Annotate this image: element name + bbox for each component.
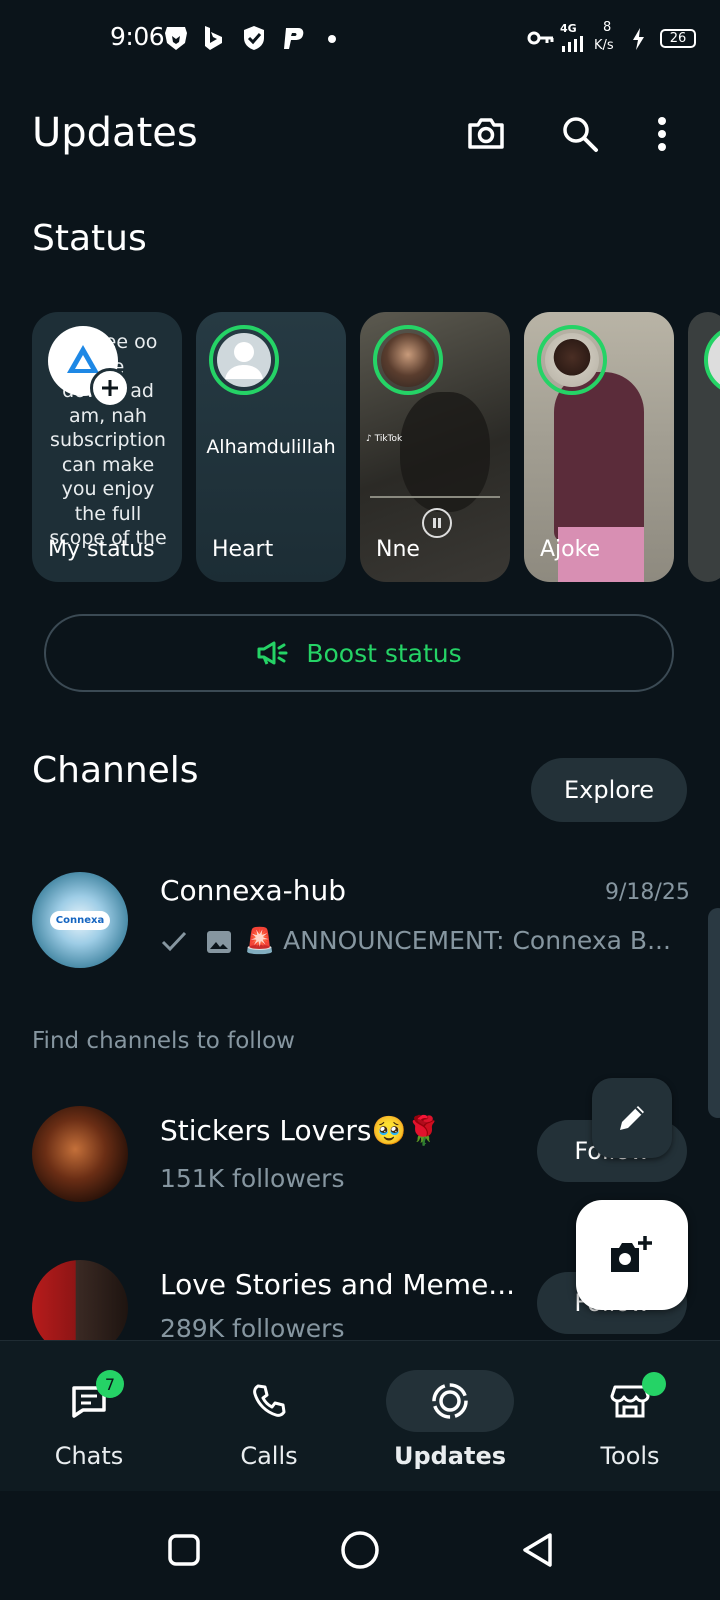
circle-icon <box>341 1531 379 1569</box>
new-text-status-button[interactable] <box>592 1078 672 1158</box>
check-icon <box>160 930 188 956</box>
page-title: Updates <box>32 110 198 156</box>
home-button[interactable] <box>330 1520 390 1580</box>
bing-icon <box>202 24 228 52</box>
camera-button[interactable] <box>464 112 508 156</box>
brave-icon <box>163 24 189 52</box>
channel-avatar <box>32 1106 128 1202</box>
status-ring <box>537 325 607 395</box>
my-status-card[interactable]: Na free oo like download am, nah subscri… <box>32 312 182 582</box>
status-card-heart[interactable]: Alhamdulillah Heart <box>196 312 346 582</box>
status-text: Alhamdulillah <box>206 436 336 458</box>
person-icon <box>225 342 263 379</box>
shield-check-icon <box>241 24 267 52</box>
vpn-key-icon <box>527 28 554 56</box>
more-vert-icon <box>658 117 666 151</box>
channel-name: Stickers Lovers🥹🌹 <box>160 1114 442 1147</box>
charging-icon <box>631 28 647 54</box>
tiktok-watermark: ♪ TikTok <box>366 434 403 444</box>
card-name: My status <box>48 537 155 562</box>
net-speed-value: 8 <box>603 20 612 35</box>
find-channels-label: Find channels to follow <box>32 1028 295 1054</box>
status-ring <box>373 325 443 395</box>
channel-row-connexa[interactable]: Connexa Connexa-hub 9/18/25 🚨 ANNOUNCEME… <box>0 860 720 970</box>
contact-avatar <box>545 333 599 387</box>
status-photo <box>554 372 644 542</box>
new-indicator-dot <box>642 1372 666 1396</box>
status-section-title: Status <box>32 218 147 259</box>
search-button[interactable] <box>558 112 602 156</box>
plus-icon <box>102 380 118 396</box>
video-thumbnail <box>400 392 490 512</box>
channel-avatar: Connexa <box>32 872 128 968</box>
status-card-ajoke[interactable]: Ajoke <box>524 312 674 582</box>
default-avatar <box>217 333 271 387</box>
channel-avatar <box>32 1260 128 1340</box>
side-panel-handle[interactable] <box>708 908 720 1118</box>
p-app-icon <box>281 24 307 52</box>
camera-icon <box>468 118 504 149</box>
nav-label: Chats <box>54 1442 124 1470</box>
pause-icon <box>422 508 452 538</box>
followers-count: 151K followers <box>160 1164 345 1193</box>
network-type: 4G <box>560 22 577 35</box>
camera-add-icon <box>611 1236 652 1272</box>
battery-level: 26 <box>660 29 696 48</box>
explore-button[interactable]: Explore <box>531 758 687 822</box>
status-card-partial[interactable] <box>688 312 720 582</box>
image-icon <box>206 930 232 958</box>
updates-icon <box>432 1383 468 1419</box>
boost-status-button[interactable]: Boost status <box>44 614 674 692</box>
channels-section-title: Channels <box>32 750 199 791</box>
status-ring <box>704 325 720 395</box>
phone-icon <box>253 1384 286 1417</box>
pencil-icon <box>620 1106 644 1130</box>
add-status-button[interactable] <box>90 368 130 408</box>
unread-badge: 7 <box>96 1370 124 1398</box>
new-photo-status-button[interactable] <box>576 1200 688 1310</box>
square-icon <box>168 1534 200 1566</box>
nav-tools[interactable]: Tools <box>560 1370 700 1470</box>
back-button[interactable] <box>508 1520 568 1580</box>
nav-label: Updates <box>393 1442 507 1470</box>
channel-date: 9/18/25 <box>605 880 690 905</box>
nav-updates[interactable]: Updates <box>380 1370 520 1470</box>
card-name: Ajoke <box>540 537 601 562</box>
nav-label: Calls <box>240 1442 298 1470</box>
contact-avatar <box>381 333 435 387</box>
card-name: Heart <box>212 537 274 562</box>
more-options-button[interactable] <box>640 112 684 156</box>
video-progress <box>370 496 500 498</box>
channel-avatar-text: Connexa <box>49 910 111 930</box>
card-name: Nne <box>376 537 420 562</box>
boost-status-label: Boost status <box>306 638 462 668</box>
nav-label: Tools <box>600 1442 660 1470</box>
channel-name: Connexa-hub <box>160 874 347 907</box>
net-speed-unit: K/s <box>594 38 614 53</box>
nav-calls[interactable]: Calls <box>199 1370 339 1470</box>
status-ring <box>209 325 279 395</box>
megaphone-icon <box>257 641 288 665</box>
back-triangle-icon <box>523 1533 552 1567</box>
followers-count: 289K followers <box>160 1314 345 1340</box>
channel-last-message: 🚨 ANNOUNCEMENT: Connexa B... <box>244 926 671 955</box>
system-status-bar: 9:06 4G 8 K/s 26 <box>0 0 720 80</box>
notification-dot-icon <box>328 35 336 43</box>
search-icon <box>563 117 598 152</box>
recent-apps-button[interactable] <box>154 1520 214 1580</box>
clock: 9:06 <box>110 22 165 51</box>
signal-icon <box>560 36 586 56</box>
nav-chats[interactable]: 7 Chats <box>19 1370 159 1470</box>
channel-name: Love Stories and Meme... <box>160 1268 515 1301</box>
status-card-nne[interactable]: ♪ TikTok Nne <box>360 312 510 582</box>
